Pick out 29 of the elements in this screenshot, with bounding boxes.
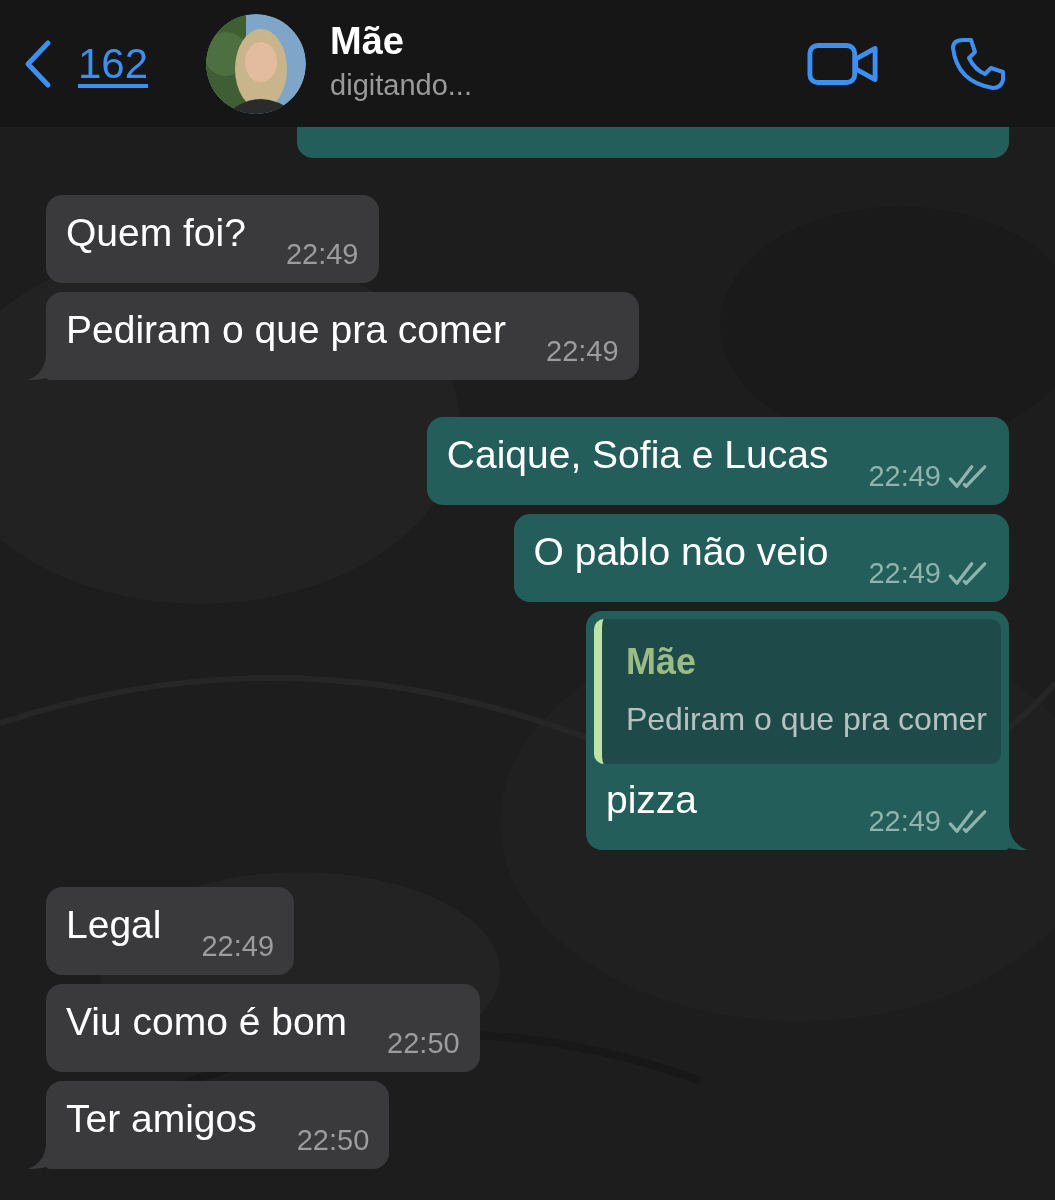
message-text: O pablo não veio [533, 529, 829, 575]
message-text: Caique, Sofia e Lucas [446, 432, 829, 478]
quote-author: Mãe [625, 641, 697, 683]
message-time: 22:50 [387, 1027, 460, 1060]
phone-icon [949, 35, 1005, 92]
message-time: 22:49 [868, 805, 941, 838]
message-time: 22:49 [546, 335, 619, 368]
call-button[interactable] [949, 35, 1005, 92]
message-time: 22:49 [868, 557, 941, 590]
message-text: Ter amigos [66, 1096, 257, 1142]
message-text: Viu como é bom [66, 999, 348, 1045]
message-text: Legal [66, 902, 162, 948]
typing-status: digitando... [330, 68, 472, 102]
double-check-icon [947, 808, 989, 835]
message-time: 22:49 [285, 238, 359, 271]
message-time: 22:50 [296, 1124, 370, 1157]
double-check-icon [947, 463, 989, 490]
quote-text: Pediram o que pra comer [625, 701, 987, 738]
video-call-button[interactable] [807, 41, 879, 86]
message-text: Quem foi? [66, 210, 246, 256]
message-text: Pediram o que pra comer [66, 307, 507, 353]
video-camera-icon [807, 41, 879, 86]
quoted-message[interactable]: Mãe Pediram o que pra comer [593, 619, 1001, 764]
double-check-icon [947, 560, 989, 587]
message-time: 22:49 [868, 460, 941, 493]
contact-name[interactable]: Mãe [330, 19, 472, 63]
message-time: 22:49 [201, 930, 274, 963]
message-text: pizza [605, 777, 697, 823]
back-button[interactable]: 162 [22, 38, 149, 89]
